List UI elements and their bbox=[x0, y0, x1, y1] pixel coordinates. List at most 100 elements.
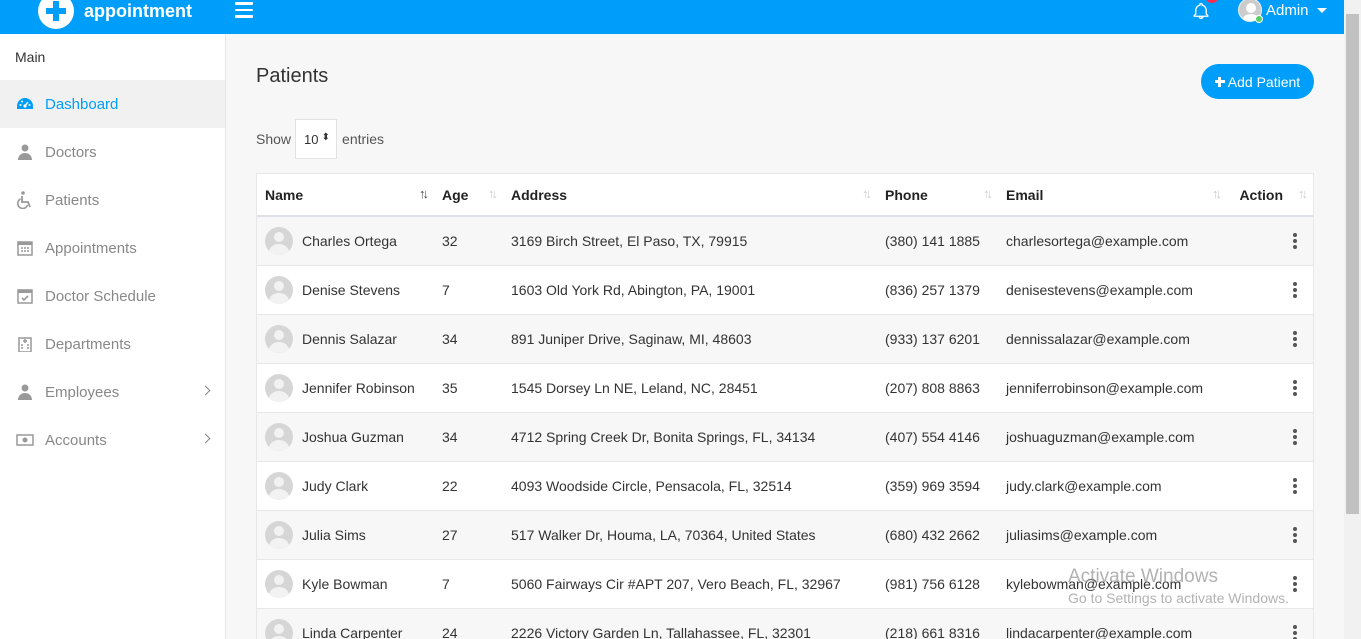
table-row: Judy Clark 22 4093 Woodside Circle, Pens… bbox=[257, 460, 1313, 510]
patient-email: jenniferrobinson@example.com bbox=[998, 362, 1227, 412]
patient-age: 7 bbox=[434, 558, 503, 608]
patient-name[interactable]: Julia Sims bbox=[302, 527, 366, 543]
plus-icon bbox=[1214, 76, 1225, 87]
hamburger-menu-icon[interactable] bbox=[235, 2, 253, 18]
more-vertical-icon[interactable] bbox=[1293, 428, 1297, 445]
patient-name[interactable]: Charles Ortega bbox=[302, 233, 397, 249]
column-header-address[interactable]: Address ↑↓ bbox=[503, 174, 877, 217]
sidebar-item-doctors[interactable]: Doctors bbox=[0, 128, 225, 176]
more-vertical-icon[interactable] bbox=[1293, 330, 1297, 347]
sidebar-item-employees[interactable]: Employees bbox=[0, 368, 225, 416]
sidebar-item-label: Appointments bbox=[45, 239, 137, 257]
scrollbar-thumb[interactable] bbox=[1346, 14, 1359, 514]
table-header-row: Name ↑↓ Age ↑↓ Address ↑↓ Phone ↑↓ Email ↑↓ A… bbox=[257, 174, 1313, 217]
more-vertical-icon[interactable] bbox=[1293, 624, 1297, 639]
user-md-icon bbox=[16, 143, 34, 161]
table-row: Kyle Bowman 7 5060 Fairways Cir #APT 207… bbox=[257, 558, 1313, 608]
patient-name[interactable]: Dennis Salazar bbox=[302, 331, 397, 347]
column-header-phone[interactable]: Phone ↑↓ bbox=[877, 174, 998, 217]
more-vertical-icon[interactable] bbox=[1293, 526, 1297, 543]
sidebar-item-label: Patients bbox=[45, 191, 100, 209]
column-header-action[interactable]: Action ↑↓ bbox=[1227, 174, 1313, 217]
patient-email: denisestevens@example.com bbox=[998, 264, 1227, 314]
user-menu[interactable]: Admin bbox=[1238, 0, 1327, 22]
patient-avatar bbox=[265, 422, 293, 451]
patient-avatar bbox=[265, 569, 293, 598]
show-label: Show bbox=[256, 131, 292, 147]
bell-icon[interactable] bbox=[1192, 2, 1210, 20]
patient-age: 7 bbox=[434, 264, 503, 314]
patient-email: judy.clark@example.com bbox=[998, 460, 1227, 510]
patient-phone: (680) 432 2662 bbox=[877, 509, 998, 559]
patient-phone: (836) 257 1379 bbox=[877, 264, 998, 314]
patient-name[interactable]: Joshua Guzman bbox=[302, 429, 404, 445]
column-header-age[interactable]: Age ↑↓ bbox=[434, 174, 503, 217]
show-entries: Show 10 entries bbox=[256, 119, 384, 159]
page-scrollbar[interactable] bbox=[1344, 0, 1361, 639]
patient-name[interactable]: Kyle Bowman bbox=[302, 576, 388, 592]
table-row: Julia Sims 27 517 Walker Dr, Houma, LA, … bbox=[257, 509, 1313, 559]
patient-name[interactable]: Judy Clark bbox=[302, 478, 368, 494]
add-patient-button[interactable]: Add Patient bbox=[1201, 64, 1314, 99]
wheelchair-icon bbox=[16, 191, 34, 209]
patient-address: 4712 Spring Creek Dr, Bonita Springs, FL… bbox=[503, 411, 877, 461]
sidebar-item-patients[interactable]: Patients bbox=[0, 176, 225, 224]
patient-phone: (981) 756 6128 bbox=[877, 558, 998, 608]
more-vertical-icon[interactable] bbox=[1293, 379, 1297, 396]
logo[interactable]: appointment bbox=[38, 0, 192, 29]
patient-age: 24 bbox=[434, 607, 503, 639]
more-vertical-icon[interactable] bbox=[1293, 281, 1297, 298]
table-row: Linda Carpenter 24 2226 Victory Garden L… bbox=[257, 607, 1313, 639]
sort-icon: ↑↓ bbox=[488, 186, 498, 201]
top-header: appointment Admin bbox=[0, 0, 1344, 34]
patient-age: 22 bbox=[434, 460, 503, 510]
sidebar-item-accounts[interactable]: Accounts bbox=[0, 416, 225, 464]
table-row: Denise Stevens 7 1603 Old York Rd, Abing… bbox=[257, 264, 1313, 314]
table-row: Charles Ortega 32 3169 Birch Street, El … bbox=[257, 215, 1313, 265]
sort-icon: ↑↓ bbox=[1212, 186, 1222, 201]
patient-email: juliasims@example.com bbox=[998, 509, 1227, 559]
user-icon bbox=[16, 383, 34, 401]
patient-email: kylebowman@example.com bbox=[998, 558, 1227, 608]
patient-phone: (359) 969 3594 bbox=[877, 460, 998, 510]
patient-age: 34 bbox=[434, 411, 503, 461]
patients-table: Name ↑↓ Age ↑↓ Address ↑↓ Phone ↑↓ Email ↑↓ A… bbox=[257, 174, 1313, 639]
patient-phone: (933) 137 6201 bbox=[877, 313, 998, 363]
patient-name[interactable]: Jennifer Robinson bbox=[302, 380, 415, 396]
sort-icon: ↑↓ bbox=[983, 186, 993, 201]
more-vertical-icon[interactable] bbox=[1293, 477, 1297, 494]
column-header-name[interactable]: Name ↑↓ bbox=[257, 174, 434, 217]
patient-email: lindacarpenter@example.com bbox=[998, 607, 1227, 639]
entries-select[interactable]: 10 bbox=[295, 119, 338, 159]
sidebar-item-departments[interactable]: Departments bbox=[0, 320, 225, 368]
patient-avatar bbox=[265, 618, 293, 639]
app-name: appointment bbox=[84, 0, 192, 21]
sidebar-item-dashboard[interactable]: Dashboard bbox=[0, 80, 225, 128]
entries-label: entries bbox=[342, 131, 385, 147]
patient-name[interactable]: Denise Stevens bbox=[302, 282, 400, 298]
patients-table-container: Name ↑↓ Age ↑↓ Address ↑↓ Phone ↑↓ Email ↑↓ A… bbox=[256, 173, 1314, 639]
sidebar-item-label: Employees bbox=[45, 383, 120, 401]
patient-address: 4093 Woodside Circle, Pensacola, FL, 325… bbox=[503, 460, 877, 510]
table-row: Jennifer Robinson 35 1545 Dorsey Ln NE, … bbox=[257, 362, 1313, 412]
sidebar-item-label: Doctor Schedule bbox=[45, 287, 156, 305]
column-header-email[interactable]: Email ↑↓ bbox=[998, 174, 1227, 217]
sidebar-item-label: Dashboard bbox=[45, 95, 119, 113]
patient-name[interactable]: Linda Carpenter bbox=[302, 625, 402, 639]
patient-avatar bbox=[265, 275, 293, 304]
patient-age: 35 bbox=[434, 362, 503, 412]
patient-address: 891 Juniper Drive, Saginaw, MI, 48603 bbox=[503, 313, 877, 363]
sidebar-item-appointments[interactable]: Appointments bbox=[0, 224, 225, 272]
sidebar-item-doctor-schedule[interactable]: Doctor Schedule bbox=[0, 272, 225, 320]
patient-address: 1545 Dorsey Ln NE, Leland, NC, 28451 bbox=[503, 362, 877, 412]
sort-icon: ↑↓ bbox=[1298, 186, 1308, 201]
more-vertical-icon[interactable] bbox=[1293, 575, 1297, 592]
table-row: Joshua Guzman 34 4712 Spring Creek Dr, B… bbox=[257, 411, 1313, 461]
more-vertical-icon[interactable] bbox=[1293, 232, 1297, 249]
patient-phone: (207) 808 8863 bbox=[877, 362, 998, 412]
patient-address: 2226 Victory Garden Ln, Tallahassee, FL,… bbox=[503, 607, 877, 639]
patient-email: joshuaguzman@example.com bbox=[998, 411, 1227, 461]
patient-age: 34 bbox=[434, 313, 503, 363]
logo-cross-icon bbox=[38, 0, 74, 29]
patient-address: 5060 Fairways Cir #APT 207, Vero Beach, … bbox=[503, 558, 877, 608]
